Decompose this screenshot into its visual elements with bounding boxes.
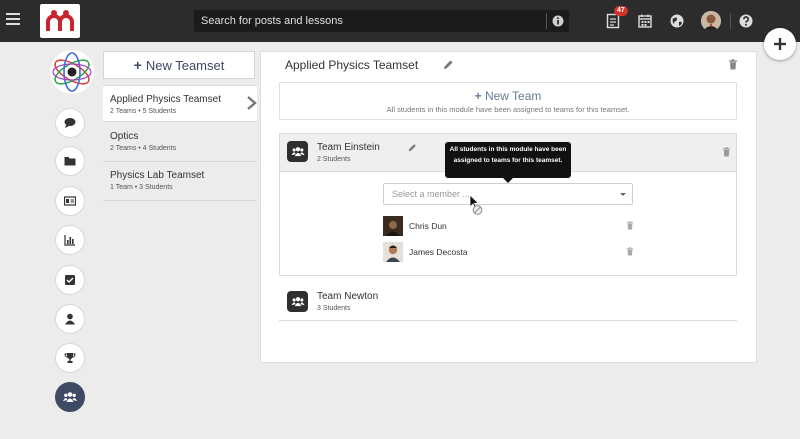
rail-chat-button[interactable] [55,108,85,138]
page-title: Applied Physics Teamset [285,58,419,72]
tooltip-arrow [503,178,513,183]
teamset-meta: 2 Teams • 4 Students [110,145,177,152]
new-teamset-label: New Teamset [145,57,225,73]
teamset-item-optics[interactable]: Optics 2 Teams • 4 Students [103,131,257,152]
team-icon [287,291,308,312]
bar-chart-icon [64,235,75,246]
search-bar [194,10,569,32]
remove-member-trash-icon[interactable] [626,221,634,230]
delete-team-trash-icon[interactable] [722,147,731,157]
member-row: James Decosta [383,242,634,262]
list-divider [103,200,257,201]
m-logo-icon [46,10,74,31]
calendar-icon[interactable] [637,13,653,29]
person-icon [65,313,75,325]
member-avatar [383,242,403,262]
team-student-count: 2 Students [317,156,351,163]
rail-idcard-button[interactable] [55,186,85,216]
not-allowed-cursor-icon [469,194,483,215]
checkbox-icon [65,275,75,285]
rail-tasks-button[interactable] [55,265,85,295]
chat-icon [64,118,76,128]
new-team-subtext: All students in this module have been as… [386,105,630,114]
team-divider [279,320,737,321]
team-student-count: 3 Students [317,305,351,312]
user-photo [701,11,721,31]
rail-people-button[interactable] [55,304,85,334]
teamset-item-applied-physics[interactable]: Applied Physics Teamset 2 Teams • 5 Stud… [103,85,257,122]
id-card-icon [64,196,76,206]
module-logo-icon[interactable] [49,49,95,95]
team-name[interactable]: Team Newton [317,291,378,302]
search-input[interactable] [194,10,544,32]
plus-icon: + [474,89,485,103]
new-team-text: New Team [484,89,542,103]
avatar[interactable] [701,11,721,31]
help-icon[interactable] [738,13,754,29]
group-icon [291,147,304,157]
tooltip: All students in this module have been as… [445,142,571,178]
caret-down-icon [620,193,626,196]
app-logo[interactable] [40,4,80,38]
team-icon [287,141,308,162]
remove-member-trash-icon[interactable] [626,247,634,256]
new-teamset-button[interactable]: + New Teamset [103,51,255,79]
list-divider [103,161,257,162]
teamset-name: Applied Physics Teamset [110,94,221,105]
rail-trophy-button[interactable] [55,343,85,373]
teamset-meta: 2 Teams • 5 Students [110,108,177,115]
teamset-name: Optics [110,131,139,142]
plus-icon: + [133,57,142,73]
member-name: James Decosta [409,247,468,257]
chevron-right-icon [247,96,257,110]
teamset-meta: 1 Team • 3 Students [110,184,173,191]
member-name: Chris Dun [409,221,447,231]
plus-icon [774,38,786,50]
teamset-item-physics-lab[interactable]: Physics Lab Teamset 1 Team • 3 Students [103,170,257,191]
topbar-divider [730,13,731,29]
select-member-dropdown[interactable]: Select a member ... [383,183,633,205]
folder-icon [64,157,76,166]
rail-folder-button[interactable] [55,146,85,176]
add-fab-button[interactable] [764,28,796,60]
search-divider [546,13,547,29]
new-team-button[interactable]: + New Team All students in this module h… [279,82,737,120]
menu-icon[interactable] [6,13,20,27]
rail-teams-button[interactable] [55,382,85,412]
group-icon [291,297,304,307]
select-placeholder: Select a member ... [392,189,471,199]
member-avatar [383,216,403,236]
info-icon[interactable] [552,15,564,27]
trophy-icon [64,353,76,363]
rail-stats-button[interactable] [55,225,85,255]
teamset-name: Physics Lab Teamset [110,170,205,181]
member-row: Chris Dun [383,216,634,236]
delete-teamset-trash-icon[interactable] [728,59,738,70]
edit-title-pencil-icon[interactable] [443,59,454,70]
globe-icon[interactable] [669,13,685,29]
top-bar: 47 [0,0,800,42]
edit-team-pencil-icon[interactable] [408,143,417,152]
new-team-label: + New Team [280,89,736,103]
notification-badge: 47 [614,6,628,16]
group-icon [63,392,77,402]
team-name: Team Einstein [317,142,380,153]
